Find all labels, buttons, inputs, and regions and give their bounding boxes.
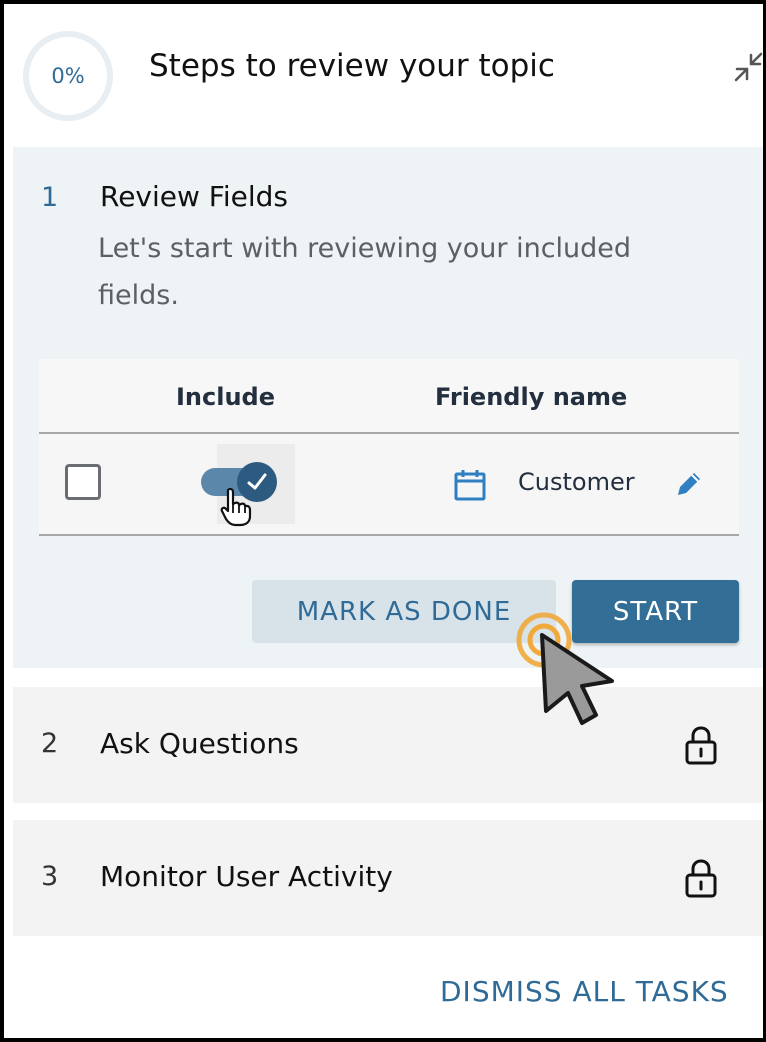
step-number: 2 — [41, 728, 59, 759]
friendly-name-value: Customer — [518, 468, 635, 496]
column-header-friendly-name: Friendly name — [435, 383, 628, 411]
step-description: Let's start with reviewing your included… — [98, 233, 632, 311]
progress-text: 0% — [51, 64, 85, 88]
step-number: 1 — [41, 182, 59, 213]
lock-icon — [685, 859, 717, 898]
table-header: Include Friendly name — [39, 359, 739, 434]
lock-icon — [685, 726, 717, 765]
row-select-checkbox[interactable] — [65, 464, 101, 500]
step-title: Ask Questions — [100, 727, 299, 760]
column-header-include: Include — [176, 383, 276, 411]
dismiss-all-tasks-link[interactable]: DISMISS ALL TASKS — [440, 975, 729, 1008]
panel-title: Steps to review your topic — [149, 48, 555, 84]
fields-table: Include Friendly name Customer — [39, 359, 739, 536]
hand-pointer-icon — [220, 487, 252, 527]
step-title: Review Fields — [100, 180, 289, 213]
mark-as-done-button[interactable]: MARK AS DONE — [252, 580, 556, 643]
step-monitor-user-activity: 3 Monitor User Activity — [13, 820, 763, 936]
step-number: 3 — [41, 861, 59, 892]
mouse-pointer-icon — [540, 633, 614, 725]
pencil-icon[interactable] — [673, 468, 705, 500]
panel-header: 0% Steps to review your topic — [4, 4, 766, 146]
calendar-icon — [454, 470, 486, 501]
table-row: Customer — [39, 434, 739, 536]
collapse-arrows-icon[interactable] — [730, 46, 766, 86]
progress-ring: 0% — [23, 31, 113, 121]
step-review-fields: 1 Review Fields Let's start with reviewi… — [13, 147, 763, 668]
tasks-panel: 0% Steps to review your topic 1 Review F… — [0, 0, 766, 1042]
step-ask-questions: 2 Ask Questions — [13, 687, 763, 803]
step-title: Monitor User Activity — [100, 860, 393, 893]
